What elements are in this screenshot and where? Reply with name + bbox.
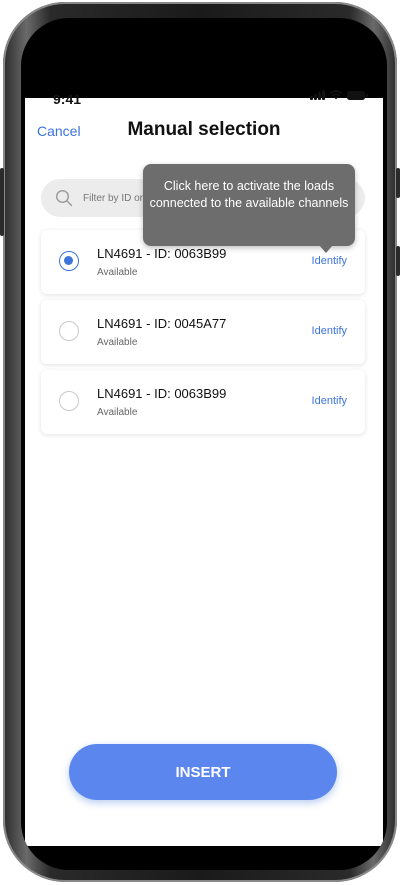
device-card[interactable]: LN4691 - ID: 0063B99 Available Identify: [41, 370, 365, 434]
search-icon: [55, 189, 73, 207]
phone-frame: 9:41 Cancel Manual selection LN4691 - ID…: [0, 2, 400, 882]
wifi-icon: [329, 90, 343, 100]
radio-unselected[interactable]: [59, 391, 79, 411]
identify-button[interactable]: Identify: [312, 395, 347, 407]
page-title: Manual selection: [127, 119, 281, 140]
tooltip-text: Click here to activate the loads connect…: [149, 179, 349, 210]
power-button: [396, 168, 400, 198]
volume-button: [396, 246, 400, 276]
tooltip-arrow: [319, 245, 333, 253]
identify-button[interactable]: Identify: [312, 255, 347, 267]
device-title: LN4691 - ID: 0063B99: [97, 246, 227, 261]
identify-tooltip: Click here to activate the loads connect…: [143, 164, 355, 253]
screen: 9:41 Cancel Manual selection LN4691 - ID…: [21, 18, 387, 870]
device-card[interactable]: LN4691 - ID: 0045A77 Available Identify: [41, 300, 365, 364]
mute-switch: [0, 168, 4, 236]
radio-selected[interactable]: [59, 251, 79, 271]
battery-icon: [347, 90, 368, 100]
status-icons: [310, 90, 368, 100]
device-title: LN4691 - ID: 0063B99: [97, 386, 227, 401]
device-status: Available: [97, 407, 138, 418]
status-time: 9:41: [53, 91, 82, 107]
device-status: Available: [97, 267, 138, 278]
device-status: Available: [97, 337, 138, 348]
insert-button[interactable]: INSERT: [69, 744, 337, 800]
device-title: LN4691 - ID: 0045A77: [97, 316, 227, 331]
identify-button[interactable]: Identify: [312, 325, 347, 337]
radio-unselected[interactable]: [59, 321, 79, 341]
signal-icon: [310, 90, 325, 100]
